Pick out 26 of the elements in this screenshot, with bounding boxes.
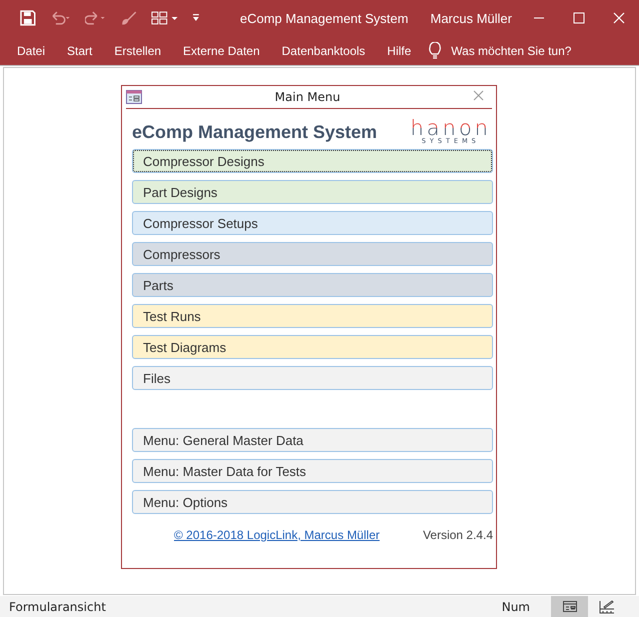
menu-button[interactable]: Compressors xyxy=(132,242,493,266)
menu-button[interactable]: Parts xyxy=(132,273,493,297)
menu-button[interactable]: Menu: Options xyxy=(132,490,493,514)
copyright-link[interactable]: © 2016-2018 LogicLink, Marcus Müller xyxy=(174,528,380,542)
tell-me-field[interactable]: Was möchten Sie tun? xyxy=(451,44,572,58)
ribbon-tab[interactable]: Datenbanktools xyxy=(282,44,366,58)
num-lock-indicator: Num xyxy=(502,600,530,614)
window-title: eComp Management System xyxy=(240,10,408,26)
ribbon-tab[interactable]: Start xyxy=(67,44,92,58)
version-label: Version 2.4.4 xyxy=(422,528,493,542)
menu-button[interactable]: Menu: General Master Data xyxy=(132,428,493,452)
ribbon-tab[interactable]: Erstellen xyxy=(114,44,162,58)
menu-button[interactable]: Test Runs xyxy=(132,304,493,328)
menu-button[interactable]: Compressor Setups xyxy=(132,211,493,235)
ribbon-tab[interactable]: Datei xyxy=(17,44,46,58)
ribbon-tab[interactable]: Externe Daten xyxy=(183,44,260,58)
ribbon-tab[interactable]: Hilfe xyxy=(387,44,412,58)
menu-button[interactable]: Files xyxy=(132,366,493,390)
menu-button[interactable]: Part Designs xyxy=(132,180,493,204)
form-title: Main Menu xyxy=(274,90,342,104)
form-heading: eComp Management System xyxy=(132,122,378,142)
user-name: Marcus Müller xyxy=(430,10,512,26)
menu-button[interactable]: Menu: Master Data for Tests xyxy=(132,459,493,483)
view-label: Formularansicht xyxy=(9,600,106,614)
menu-button[interactable]: Compressor Designs xyxy=(132,149,493,173)
menu-button[interactable]: Test Diagrams xyxy=(132,335,493,359)
